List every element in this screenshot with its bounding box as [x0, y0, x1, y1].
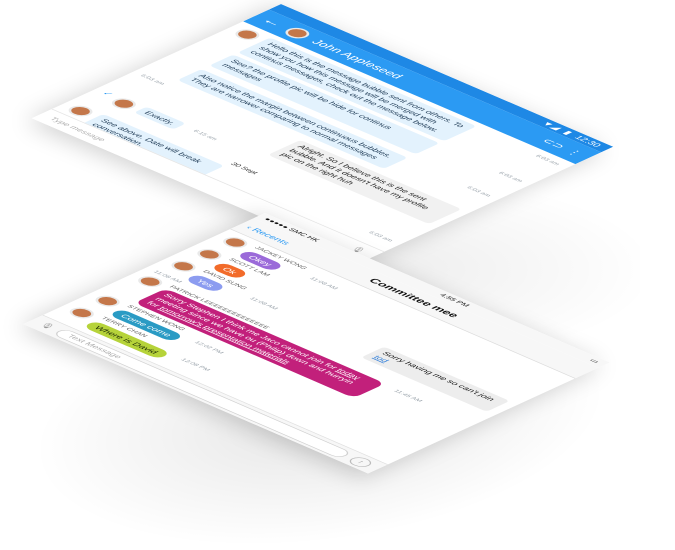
avatar	[230, 27, 265, 43]
battery-icon: ▭	[587, 358, 601, 364]
link-icon[interactable]: ⊂⊃	[539, 137, 569, 150]
avatar	[280, 25, 315, 41]
battery-icon: ▮	[561, 129, 576, 136]
more-icon[interactable]: ⋮	[564, 147, 586, 157]
stage: ▼◢ ▮ 12:30 ← John Appleseed ⊂⊃ ⋮ Hello t…	[0, 0, 675, 550]
check-icon: ✓	[99, 90, 117, 98]
mic-icon[interactable]: 🎙	[37, 321, 57, 330]
back-arrow-icon[interactable]: ←	[256, 15, 288, 29]
avatar	[218, 235, 253, 251]
